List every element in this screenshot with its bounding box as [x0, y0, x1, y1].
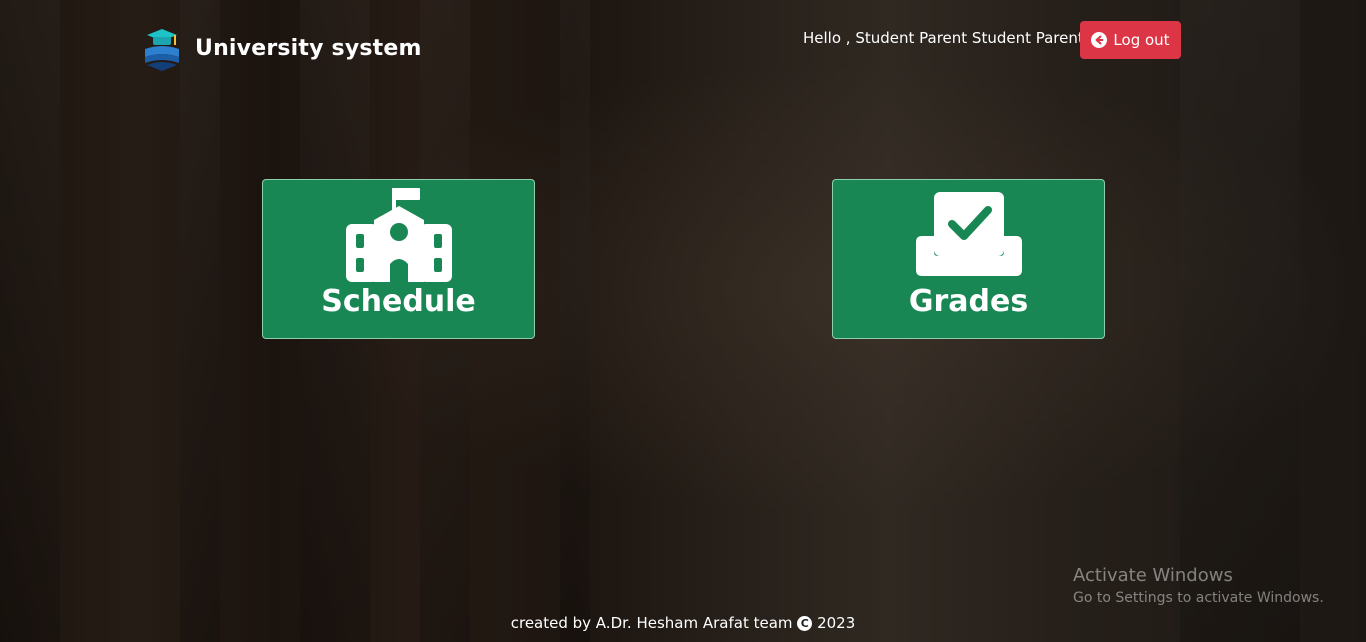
footer-year: 2023: [817, 614, 856, 632]
schedule-tile[interactable]: Schedule: [262, 179, 535, 339]
school-icon: [345, 188, 452, 282]
activate-windows-watermark: Activate Windows Go to Settings to activ…: [1073, 565, 1324, 606]
page: University system Hello , Student Parent…: [0, 0, 1366, 642]
user-greeting: Hello , Student Parent Student Parent: [803, 29, 1084, 47]
watermark-title: Activate Windows: [1073, 565, 1233, 586]
inbox-check-icon: [915, 192, 1022, 276]
background-overlay: [0, 0, 1366, 642]
brand[interactable]: University system: [141, 25, 422, 71]
arrow-left-circle-icon: [1091, 32, 1108, 48]
schedule-label: Schedule: [321, 284, 476, 319]
grades-tile[interactable]: Grades: [832, 179, 1105, 339]
logout-button[interactable]: Log out: [1080, 21, 1181, 59]
brand-title: University system: [195, 35, 422, 61]
copyright-icon: C: [797, 616, 813, 631]
footer-credit: created by A.Dr. Hesham Arafat team: [510, 614, 793, 632]
footer: created by A.Dr. Hesham Arafat team C 20…: [0, 614, 1366, 632]
logout-label: Log out: [1113, 31, 1170, 49]
watermark-subtitle: Go to Settings to activate Windows.: [1073, 590, 1324, 606]
grades-label: Grades: [908, 284, 1029, 319]
graduation-cap-logo-icon: [145, 29, 179, 71]
